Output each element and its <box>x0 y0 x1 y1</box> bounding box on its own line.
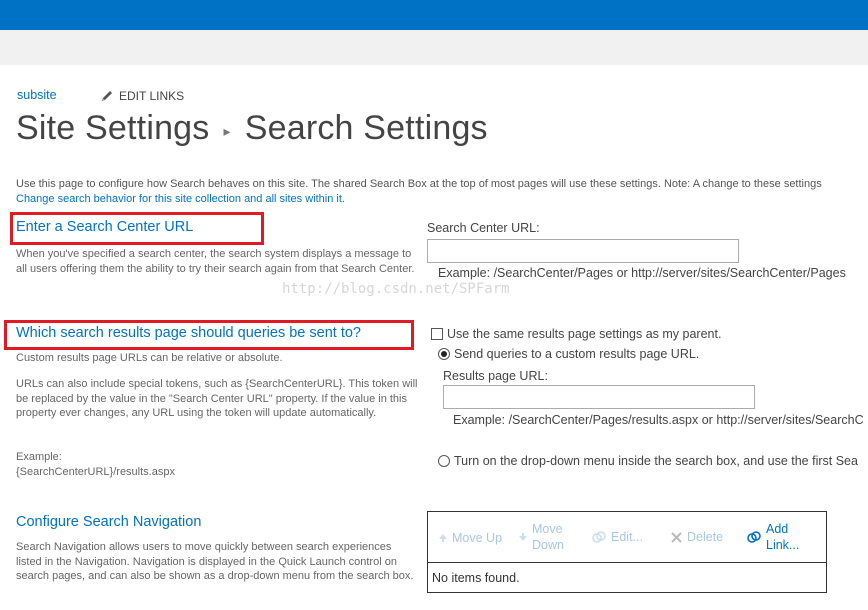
search-navigation-heading: Configure Search Navigation <box>16 514 202 530</box>
breadcrumb-subsite-link[interactable]: subsite <box>17 88 57 102</box>
edit-link-button[interactable]: Edit... <box>591 529 643 545</box>
add-link-label: Add Link... <box>766 521 799 553</box>
navigation-list-divider <box>428 562 826 563</box>
results-page-heading: Which search results page should queries… <box>16 325 361 341</box>
search-center-heading: Enter a Search Center URL <box>16 219 194 235</box>
page-title: Site Settings ▸ Search Settings <box>16 109 488 148</box>
search-center-description: When you've specified a search center, t… <box>16 248 415 275</box>
dropdown-search-label: Turn on the drop-down menu inside the se… <box>454 454 858 468</box>
pencil-icon <box>102 91 112 101</box>
title-separator-icon: ▸ <box>223 123 231 139</box>
move-down-label: Move Down <box>532 521 564 553</box>
delete-link-button[interactable]: Delete <box>670 529 723 545</box>
move-down-button[interactable]: Move Down <box>518 521 564 553</box>
search-center-url-input[interactable] <box>427 239 739 263</box>
same-as-parent-option[interactable]: Use the same results page settings as my… <box>431 327 721 341</box>
same-as-parent-label: Use the same results page settings as my… <box>447 327 722 341</box>
delete-link-label: Delete <box>687 530 724 544</box>
dropdown-search-option[interactable]: Turn on the drop-down menu inside the se… <box>438 454 858 468</box>
delete-x-icon <box>671 531 682 543</box>
results-page-description-tokens: URLs can also include special tokens, su… <box>16 378 418 419</box>
results-page-description-relative: Custom results page URLs can be relative… <box>16 352 283 364</box>
results-page-url-input[interactable] <box>443 385 755 409</box>
move-up-label: Move Up <box>452 531 503 545</box>
results-page-example-label: Example: <box>16 451 62 463</box>
same-as-parent-checkbox[interactable] <box>431 328 443 340</box>
add-link-label-line1: Add <box>766 522 789 536</box>
watermark-text: http://blog.csdn.net/SPFarm <box>282 281 510 297</box>
add-link-icon <box>747 531 761 543</box>
intro-description: Use this page to configure how Search be… <box>16 178 822 190</box>
page-title-parent: Site Settings <box>16 109 210 147</box>
dropdown-search-radio[interactable] <box>438 455 450 467</box>
custom-results-page-label: Send queries to a custom results page UR… <box>454 347 700 361</box>
no-items-message: No items found. <box>432 571 520 585</box>
edit-links-button[interactable]: EDIT LINKS <box>100 89 184 103</box>
results-page-example-value: {SearchCenterURL}/results.aspx <box>16 466 175 478</box>
intro-text: Use this page to configure how Search be… <box>16 177 822 206</box>
page-title-current: Search Settings <box>244 109 488 147</box>
move-down-label-line2: Down <box>532 538 564 552</box>
add-link-button[interactable]: Add Link... <box>746 521 799 553</box>
custom-results-page-option[interactable]: Send queries to a custom results page UR… <box>438 347 699 361</box>
custom-results-page-radio[interactable] <box>438 348 450 360</box>
results-page-url-label: Results page URL: <box>443 369 548 383</box>
arrow-down-icon <box>519 533 527 541</box>
change-search-behavior-link[interactable]: Change search behavior for this site col… <box>16 192 822 207</box>
ribbon-bar <box>0 30 868 65</box>
edit-link-label: Edit... <box>611 530 643 544</box>
navigation-list-box: Move Up Move Down Edit... Delete Add Lin… <box>427 511 827 593</box>
edit-link-icon <box>592 531 606 543</box>
search-navigation-description: Search Navigation allows users to move q… <box>16 541 414 582</box>
move-up-button[interactable]: Move Up <box>438 530 502 546</box>
arrow-up-icon <box>439 534 447 542</box>
add-link-label-line2: Link... <box>766 538 800 552</box>
move-down-label-line1: Move <box>532 522 563 536</box>
suite-bar <box>0 0 868 30</box>
edit-links-label: EDIT LINKS <box>119 89 185 103</box>
search-center-url-example: Example: /SearchCenter/Pages or http://s… <box>438 266 846 280</box>
results-page-url-example: Example: /SearchCenter/Pages/results.asp… <box>453 413 864 427</box>
search-center-url-label: Search Center URL: <box>427 221 540 235</box>
